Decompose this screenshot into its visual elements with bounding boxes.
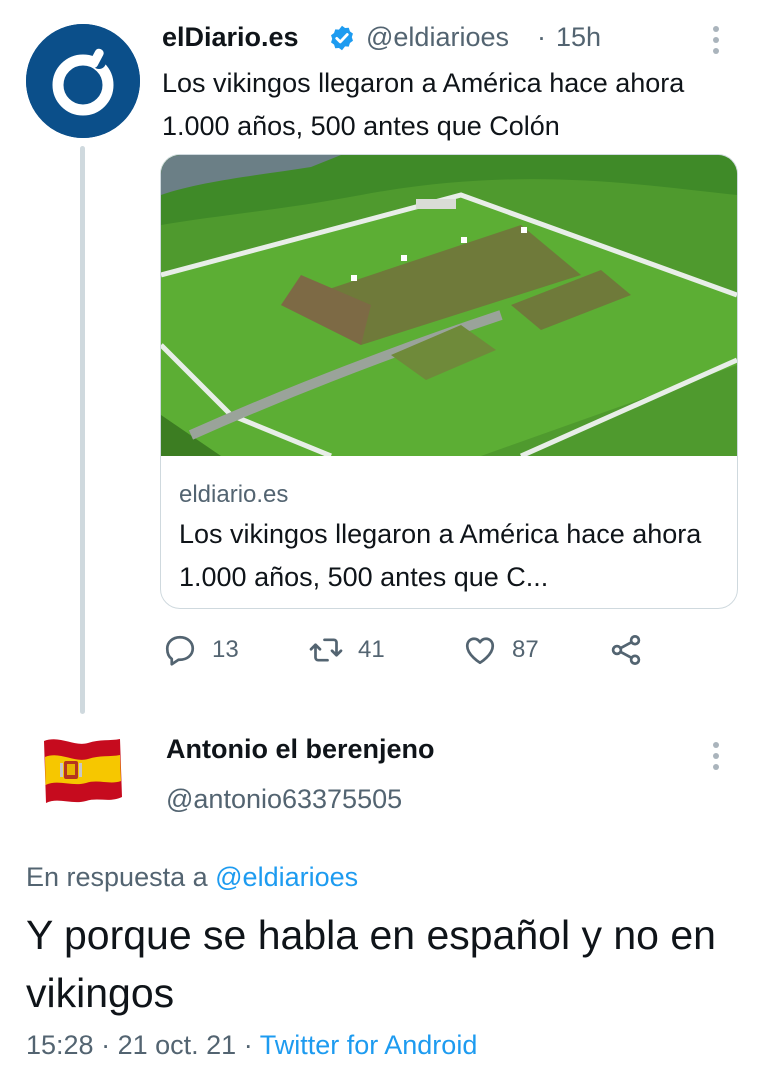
author-handle[interactable]: @eldiarioes <box>366 22 509 53</box>
retweet-icon <box>309 638 343 662</box>
reply-author-handle[interactable]: @antonio63375505 <box>166 784 402 815</box>
tweet-time[interactable]: 15h <box>556 22 601 53</box>
reply-context: En respuesta a @eldiarioes <box>26 862 358 893</box>
reply-meta: 15:28 · 21 oct. 21 · Twitter for Android <box>26 1030 477 1061</box>
heart-icon <box>465 637 495 665</box>
share-button[interactable] <box>608 630 644 670</box>
reply-to-link[interactable]: @eldiarioes <box>215 862 358 892</box>
eldiario-logo-icon <box>26 24 140 138</box>
retweet-button[interactable]: 41 <box>308 630 385 670</box>
reply-date[interactable]: 21 oct. 21 <box>118 1030 237 1060</box>
more-vertical-icon[interactable] <box>706 20 726 60</box>
reply-source-link[interactable]: Twitter for Android <box>260 1030 478 1060</box>
separator-dot: · <box>537 22 546 52</box>
link-card[interactable]: eldiario.es Los vikingos llegaron a Amér… <box>160 154 738 609</box>
tweet-text: Los vikingos llegaron a América hace aho… <box>162 68 685 141</box>
card-title: Los vikingos llegaron a América hace aho… <box>179 519 702 592</box>
verified-badge-icon <box>331 25 353 51</box>
reply-prefix: En respuesta a <box>26 862 208 892</box>
reply-text: Y porque se habla en español y no en vik… <box>26 912 716 1016</box>
author-avatar[interactable] <box>26 24 140 138</box>
like-count: 87 <box>512 636 539 663</box>
card-image-viking-settlement <box>161 155 737 456</box>
retweet-count: 41 <box>358 636 385 663</box>
thread-line <box>80 146 85 714</box>
separator-dot: · <box>243 1030 253 1060</box>
reply-button[interactable]: 13 <box>162 630 239 670</box>
separator-dot: · <box>101 1030 111 1060</box>
like-button[interactable]: 87 <box>462 630 539 670</box>
card-domain: eldiario.es <box>179 481 289 508</box>
reply-icon <box>165 635 195 666</box>
share-icon <box>611 635 641 665</box>
reply-author-avatar-spain-flag[interactable] <box>40 733 124 809</box>
more-vertical-icon[interactable] <box>706 736 726 776</box>
author-name[interactable]: elDiario.es <box>162 22 299 53</box>
reply-time[interactable]: 15:28 <box>26 1030 94 1060</box>
reply-author-name[interactable]: Antonio el berenjeno <box>166 734 435 765</box>
reply-count: 13 <box>212 636 239 663</box>
tweet-actions: 13 41 87 <box>162 630 662 670</box>
